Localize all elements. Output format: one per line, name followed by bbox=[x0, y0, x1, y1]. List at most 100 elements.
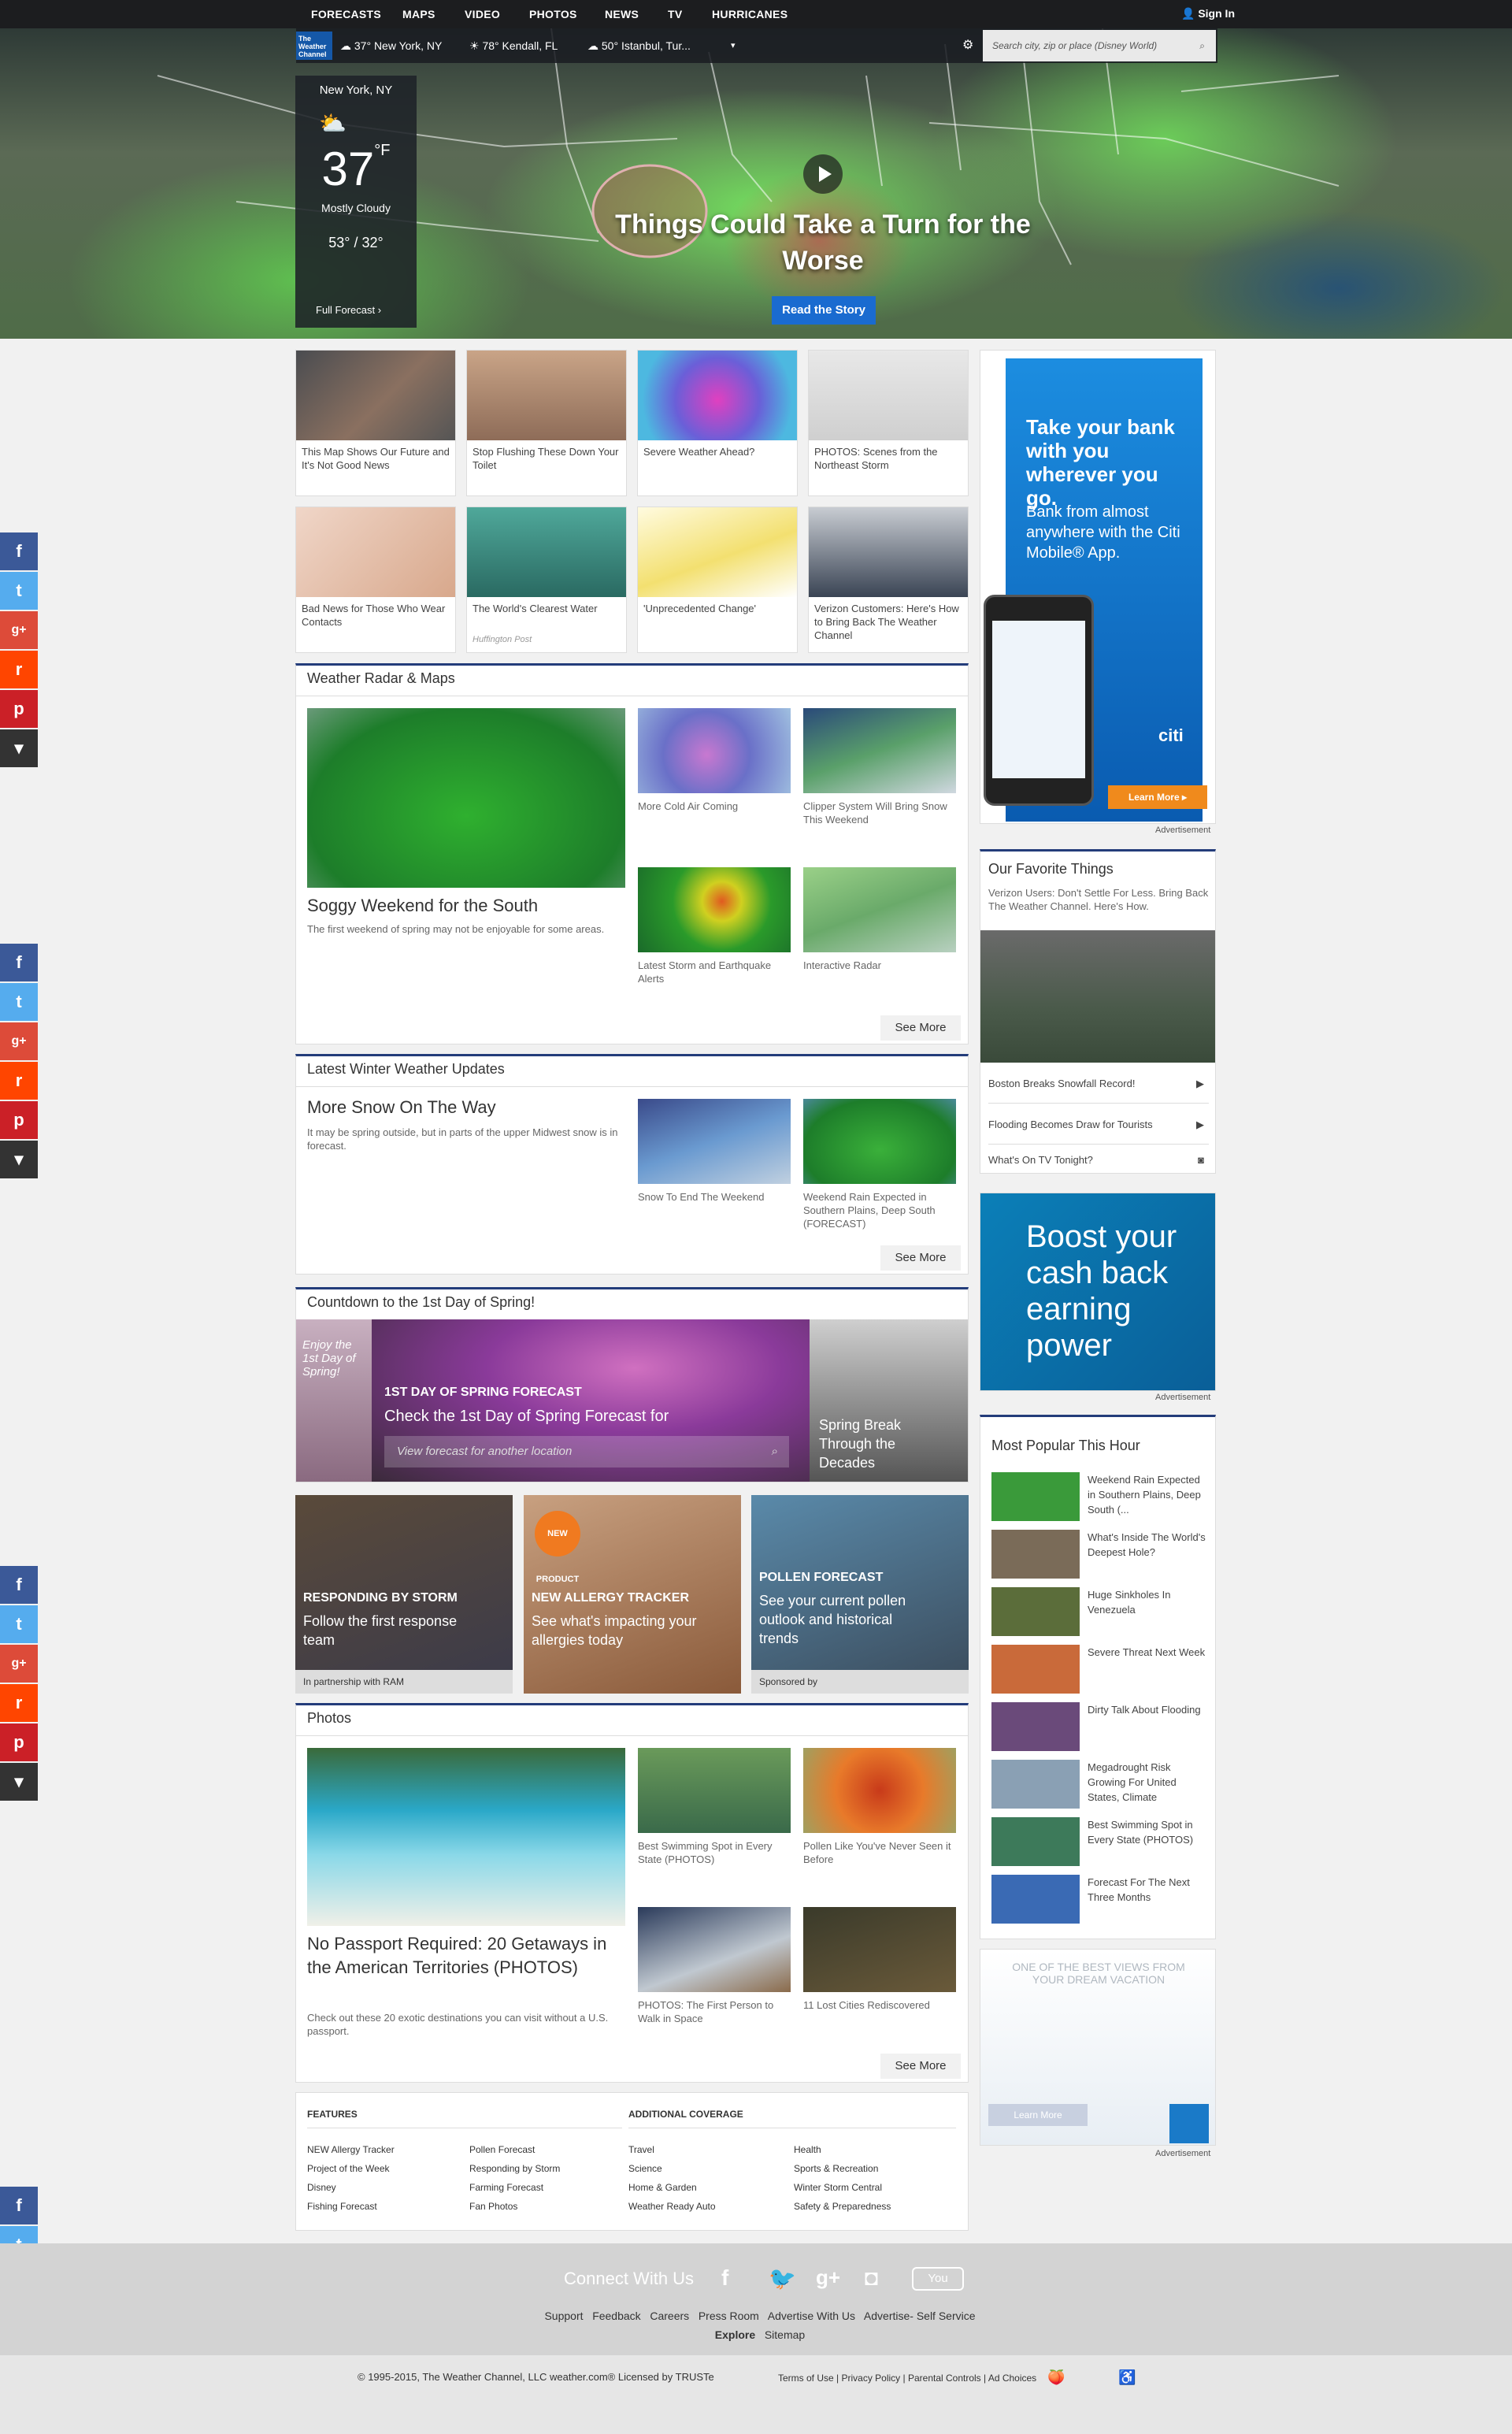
story-card[interactable]: This Map Shows Our Future and It's Not G… bbox=[295, 350, 456, 496]
nav-maps[interactable]: MAPS bbox=[402, 0, 435, 28]
radar-item-caption[interactable]: Interactive Radar bbox=[803, 959, 956, 972]
photos-thumb[interactable] bbox=[803, 1907, 956, 1992]
feature-link[interactable]: Fan Photos bbox=[469, 2197, 560, 2216]
feature-link[interactable]: Responding by Storm bbox=[469, 2159, 560, 2178]
pollen-forecast-tile[interactable]: POLLEN FORECAST See your current pollen … bbox=[751, 1495, 969, 1694]
googleplus-share-icon[interactable]: g+ bbox=[0, 611, 38, 649]
reddit-share-icon[interactable]: r bbox=[0, 651, 38, 688]
nav-forecasts[interactable]: FORECASTS bbox=[311, 0, 381, 28]
coverage-link[interactable]: Home & Garden bbox=[628, 2178, 716, 2197]
coverage-link[interactable]: Science bbox=[628, 2159, 716, 2178]
allergy-tracker-tile[interactable]: NEW PRODUCT NEW ALLERGY TRACKER See what… bbox=[524, 1495, 741, 1694]
gear-icon[interactable]: ⚙ bbox=[962, 28, 973, 63]
youtube-icon[interactable]: You bbox=[912, 2267, 964, 2291]
citi-learn-more-button[interactable]: Learn More ▸ bbox=[1108, 785, 1207, 809]
nav-tv[interactable]: TV bbox=[668, 0, 683, 28]
story-card[interactable]: 'Unprecedented Change' bbox=[637, 506, 798, 653]
play-video-button[interactable] bbox=[803, 154, 843, 194]
footer-link[interactable]: Advertise With Us bbox=[768, 2310, 855, 2322]
footer-link[interactable]: Feedback bbox=[592, 2310, 640, 2322]
coverage-link[interactable]: Travel bbox=[628, 2140, 716, 2159]
radar-item-caption[interactable]: Latest Storm and Earthquake Alerts bbox=[638, 959, 791, 985]
nav-video[interactable]: VIDEO bbox=[465, 0, 500, 28]
radar-thumb[interactable] bbox=[803, 867, 956, 952]
popular-item[interactable]: What's Inside The World's Deepest Hole? bbox=[991, 1530, 1207, 1582]
footer-link[interactable]: Sitemap bbox=[765, 2328, 805, 2341]
story-card[interactable]: The World's Clearest Water Huffington Pos… bbox=[466, 506, 627, 653]
popular-item[interactable]: Weekend Rain Expected in Southern Plains… bbox=[991, 1472, 1207, 1524]
footer-link[interactable]: Press Room bbox=[699, 2310, 759, 2322]
favorite-row[interactable]: What's On TV Tonight? ◙ bbox=[988, 1145, 1209, 1184]
googleplus-share-icon[interactable]: g+ bbox=[0, 1022, 38, 1060]
googleplus-icon[interactable]: g+ bbox=[816, 2265, 840, 2290]
story-card[interactable]: Severe Weather Ahead? bbox=[637, 350, 798, 496]
photos-thumb[interactable] bbox=[638, 1907, 791, 1992]
pinterest-share-icon[interactable]: p bbox=[0, 1101, 38, 1139]
favorite-row[interactable]: Flooding Becomes Draw for Tourists ▶ bbox=[988, 1105, 1209, 1145]
footer-link[interactable]: Explore bbox=[715, 2328, 755, 2341]
photos-item-caption[interactable]: PHOTOS: The First Person to Walk in Spac… bbox=[638, 1998, 791, 2025]
story-card[interactable]: Stop Flushing These Down Your Toilet bbox=[466, 350, 627, 496]
instagram-icon[interactable]: ◘ bbox=[865, 2265, 878, 2291]
read-story-button[interactable]: Read the Story bbox=[772, 296, 876, 325]
story-card[interactable]: PHOTOS: Scenes from the Northeast Storm bbox=[808, 350, 969, 496]
popular-item[interactable]: Forecast For The Next Three Months bbox=[991, 1875, 1207, 1927]
citi-ad[interactable]: Take your bank with you wherever you go.… bbox=[980, 350, 1216, 824]
popular-item[interactable]: Dirty Talk About Flooding bbox=[991, 1702, 1207, 1754]
saved-location-2[interactable]: ☀ 78° Kendall, FL bbox=[469, 28, 558, 63]
cash-back-ad[interactable]: Boost your cash back earning power bbox=[980, 1193, 1216, 1391]
popular-item[interactable]: Severe Threat Next Week bbox=[991, 1645, 1207, 1697]
amex-learn-more-button[interactable]: Learn More bbox=[988, 2104, 1088, 2126]
coverage-link[interactable]: Safety & Preparedness bbox=[794, 2197, 891, 2216]
popular-item[interactable]: Megadrought Risk Growing For United Stat… bbox=[991, 1760, 1207, 1812]
winter-thumb[interactable] bbox=[638, 1099, 791, 1184]
radar-thumb[interactable] bbox=[803, 708, 956, 793]
chevron-down-icon[interactable]: ▾ bbox=[731, 28, 736, 63]
photos-item-caption[interactable]: 11 Lost Cities Rediscovered bbox=[803, 1998, 956, 2012]
photos-thumb[interactable] bbox=[803, 1748, 956, 1833]
feature-link[interactable]: Farming Forecast bbox=[469, 2178, 560, 2197]
coverage-link[interactable]: Winter Storm Central bbox=[794, 2178, 891, 2197]
facebook-share-icon[interactable]: f bbox=[0, 944, 38, 981]
radar-item-caption[interactable]: Clipper System Will Bring Snow This Week… bbox=[803, 800, 956, 826]
twitter-share-icon[interactable]: t bbox=[0, 572, 38, 610]
footer-link[interactable]: Advertise- Self Service bbox=[864, 2310, 976, 2322]
legal-link[interactable]: Terms of Use bbox=[778, 2373, 834, 2384]
popular-item[interactable]: Huge Sinkholes In Venezuela bbox=[991, 1587, 1207, 1639]
search-input[interactable]: Search city, zip or place (Disney World)… bbox=[983, 30, 1216, 61]
legal-link[interactable]: Privacy Policy bbox=[841, 2373, 900, 2384]
photos-item-caption[interactable]: Pollen Like You've Never Seen it Before bbox=[803, 1839, 956, 1866]
photos-main-headline[interactable]: No Passport Required: 20 Getaways in the… bbox=[307, 1932, 630, 1979]
facebook-share-icon[interactable]: f bbox=[0, 1566, 38, 1604]
nav-hurricanes[interactable]: HURRICANES bbox=[712, 0, 788, 28]
winter-item-caption[interactable]: Weekend Rain Expected in Southern Plains… bbox=[803, 1190, 956, 1230]
pinterest-share-icon[interactable]: p bbox=[0, 1723, 38, 1761]
legal-link[interactable]: Ad Choices bbox=[988, 2373, 1036, 2384]
coverage-link[interactable]: Sports & Recreation bbox=[794, 2159, 891, 2178]
feature-link[interactable]: NEW Allergy Tracker bbox=[307, 2140, 395, 2159]
accessibility-icon[interactable]: ♿ bbox=[1118, 2369, 1136, 2386]
feature-link[interactable]: Fishing Forecast bbox=[307, 2197, 395, 2216]
googleplus-share-icon[interactable]: g+ bbox=[0, 1645, 38, 1683]
radar-main-headline[interactable]: Soggy Weekend for the South bbox=[307, 896, 538, 916]
coverage-link[interactable]: Weather Ready Auto bbox=[628, 2197, 716, 2216]
twitter-share-icon[interactable]: t bbox=[0, 983, 38, 1021]
radar-thumb[interactable] bbox=[638, 708, 791, 793]
see-more-button[interactable]: See More bbox=[880, 2054, 961, 2079]
story-card[interactable]: Bad News for Those Who Wear Contacts bbox=[295, 506, 456, 653]
legal-link[interactable]: Parental Controls bbox=[908, 2373, 981, 2384]
footer-link[interactable]: Support bbox=[544, 2310, 583, 2322]
saved-location-3[interactable]: ☁ 50° Istanbul, Tur... bbox=[587, 28, 691, 63]
photos-item-caption[interactable]: Best Swimming Spot in Every State (PHOTO… bbox=[638, 1839, 791, 1866]
amex-ad[interactable]: ONE OF THE BEST VIEWS FROM YOUR DREAM VA… bbox=[980, 1949, 1216, 2146]
facebook-share-icon[interactable]: f bbox=[0, 2187, 38, 2224]
twitter-icon[interactable]: 🐦 bbox=[769, 2265, 796, 2291]
facebook-share-icon[interactable]: f bbox=[0, 532, 38, 570]
hero-headline[interactable]: Things Could Take a Turn for the Worse bbox=[598, 206, 1047, 279]
favorite-video-image[interactable] bbox=[980, 930, 1215, 1063]
feature-link[interactable]: Pollen Forecast bbox=[469, 2140, 560, 2159]
nav-news[interactable]: NEWS bbox=[605, 0, 639, 28]
see-more-button[interactable]: See More bbox=[880, 1015, 961, 1041]
pinterest-share-icon[interactable]: p bbox=[0, 690, 38, 728]
winter-thumb[interactable] bbox=[803, 1099, 956, 1184]
